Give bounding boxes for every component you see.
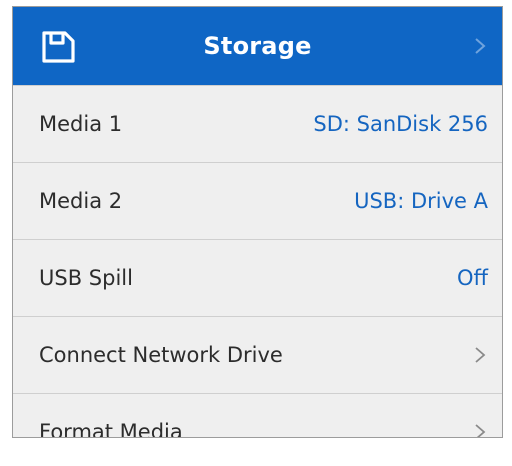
- chevron-right-icon: [475, 38, 486, 54]
- connect-network-drive-label: Connect Network Drive: [39, 343, 283, 367]
- chevron-right-icon: [475, 347, 486, 363]
- page-title: Storage: [203, 32, 312, 60]
- media-2-label: Media 2: [39, 189, 123, 213]
- storage-menu-panel: Storage Media 1 SD: SanDisk 256 Media 2 …: [12, 6, 503, 438]
- chevron-right-icon: [475, 424, 486, 437]
- media-2-row[interactable]: Media 2 USB: Drive A: [13, 162, 502, 239]
- format-media-label: Format Media: [39, 420, 183, 438]
- connect-network-drive-row[interactable]: Connect Network Drive: [13, 316, 502, 393]
- media-1-label: Media 1: [39, 112, 123, 136]
- media-1-value: SD: SanDisk 256: [313, 112, 488, 136]
- media-2-value: USB: Drive A: [354, 189, 488, 213]
- usb-spill-value: Off: [457, 266, 488, 290]
- usb-spill-label: USB Spill: [39, 266, 133, 290]
- format-media-row[interactable]: Format Media: [13, 393, 502, 438]
- media-1-row[interactable]: Media 1 SD: SanDisk 256: [13, 85, 502, 162]
- usb-spill-row[interactable]: USB Spill Off: [13, 239, 502, 316]
- storage-header-button[interactable]: Storage: [13, 7, 502, 85]
